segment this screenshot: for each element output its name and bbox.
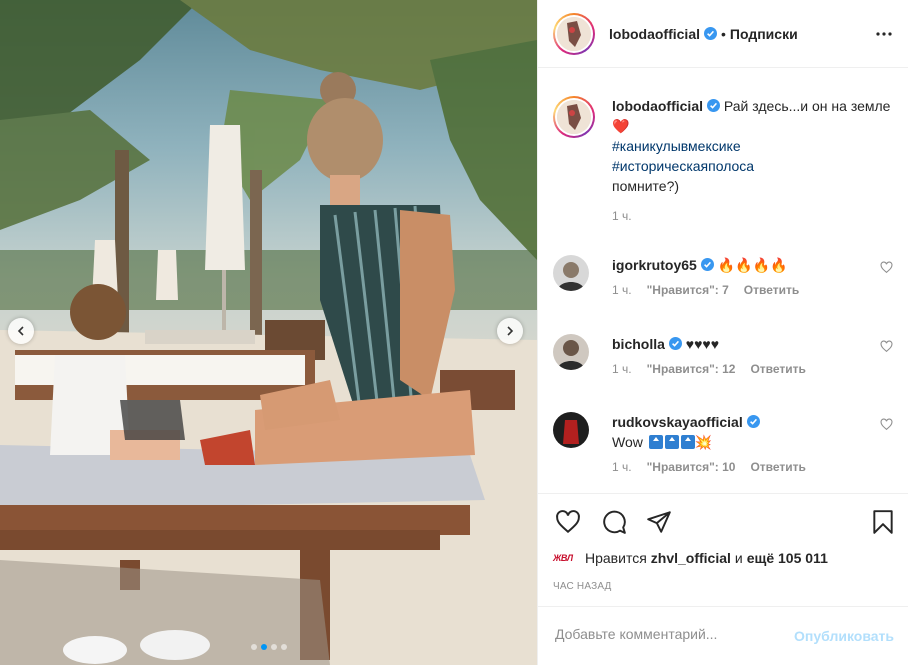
likes-summary: ЖВЛ Нравится zhvl_official и ещё 105 011 — [553, 549, 832, 567]
post-photo[interactable] — [0, 0, 537, 665]
caption-text: Рай здесь...и он на земле — [723, 98, 891, 114]
liker-avatar[interactable]: ЖВЛ — [553, 549, 575, 567]
carousel-prev-button[interactable] — [8, 318, 34, 344]
top-arrow-emoji-icon — [648, 435, 663, 463]
caption-timestamp[interactable]: 1 ч. — [612, 209, 893, 223]
liker-username[interactable]: zhvl_official — [651, 550, 731, 566]
share-paper-plane-icon[interactable] — [646, 509, 672, 535]
publish-button[interactable]: Опубликовать — [794, 628, 894, 644]
commenter-username[interactable]: bicholla — [612, 336, 665, 352]
post-header: lobodaofficial • Подписки — [538, 0, 908, 68]
likes-connector: и — [734, 550, 743, 566]
beach-photo-illustration — [0, 0, 537, 665]
commenter-avatar[interactable] — [553, 334, 589, 370]
verified-badge-icon — [700, 258, 714, 271]
likes-prefix: Нравится — [585, 550, 647, 566]
caption-tail: помните?) — [612, 178, 680, 194]
hashtag-link[interactable]: #историческаяполоса — [612, 156, 893, 176]
comment-input[interactable] — [555, 626, 785, 642]
carousel-next-button[interactable] — [497, 318, 523, 344]
comment-item: igorkrutoy65 🔥🔥🔥🔥 1 ч. "Нравится": 7 Отв… — [553, 255, 893, 297]
carousel-dot — [250, 644, 257, 650]
likes-count-link[interactable]: ещё 105 011 — [747, 550, 828, 566]
reply-button[interactable]: Ответить — [744, 283, 799, 297]
comment-text: Wow — [612, 434, 643, 450]
chevron-right-icon — [507, 326, 514, 336]
comment-likes[interactable]: "Нравится": 10 — [647, 460, 736, 474]
avatar-image — [553, 255, 589, 291]
reply-button[interactable]: Ответить — [750, 362, 805, 376]
header-separator: • — [721, 25, 726, 42]
add-comment-form: Опубликовать — [538, 606, 908, 665]
comment-text: 🔥🔥🔥🔥 — [717, 257, 788, 273]
caption-author-avatar[interactable] — [553, 96, 595, 138]
author-username[interactable]: lobodaofficial — [609, 26, 700, 42]
avatar-image — [557, 100, 591, 134]
avatar-image — [557, 16, 591, 51]
author-avatar[interactable] — [553, 12, 595, 55]
post-caption: lobodaofficial Рай здесь...и он на земле… — [553, 96, 893, 223]
chevron-left-icon — [17, 326, 24, 336]
carousel-dot-active — [260, 644, 267, 650]
comment-item: rudkovskayaofficial Wow 💥 1 ч. "Нравится… — [553, 412, 893, 474]
comment-meta: 1 ч. "Нравится": 7 Ответить — [612, 283, 893, 297]
post-timestamp[interactable]: ЧАС НАЗАД — [553, 581, 612, 592]
comment-text: ♥♥♥♥ — [685, 336, 720, 352]
heart-emoji: ❤️ — [612, 118, 630, 134]
post-actions-bar — [538, 493, 908, 549]
comment-time[interactable]: 1 ч. — [612, 460, 632, 474]
carousel-dot — [280, 644, 287, 650]
more-options-button[interactable] — [874, 24, 894, 44]
hashtag-link[interactable]: #каникулывмексике — [612, 136, 893, 156]
caption-username[interactable]: lobodaofficial — [612, 98, 703, 114]
like-heart-icon[interactable] — [555, 509, 581, 535]
comment-likes[interactable]: "Нравится": 12 — [647, 362, 736, 376]
verified-badge-icon — [746, 415, 760, 428]
heart-outline-icon[interactable] — [880, 261, 893, 274]
comments-section[interactable]: lobodaofficial Рай здесь...и он на земле… — [538, 69, 908, 493]
carousel-indicator — [0, 644, 537, 650]
verified-badge-icon — [704, 27, 717, 40]
comment-meta: 1 ч. "Нравится": 12 Ответить — [612, 362, 893, 376]
verified-badge-icon — [668, 337, 682, 350]
comment-item: bicholla ♥♥♥♥ 1 ч. "Нравится": 12 Ответи… — [553, 334, 893, 376]
verified-badge-icon — [707, 99, 720, 112]
more-dots-icon — [876, 32, 892, 36]
save-bookmark-icon[interactable] — [870, 509, 896, 535]
carousel-dot — [270, 644, 277, 650]
post-sidebar: lobodaofficial • Подписки lobodaofficial… — [537, 0, 908, 665]
comment-likes[interactable]: "Нравится": 7 — [647, 283, 729, 297]
avatar-image — [553, 334, 589, 370]
comment-bubble-icon[interactable] — [601, 509, 627, 535]
top-arrow-emoji-icon — [664, 435, 679, 463]
reply-button[interactable]: Ответить — [750, 460, 805, 474]
top-arrow-emoji-icon — [680, 435, 695, 463]
commenter-avatar[interactable] — [553, 412, 589, 448]
commenter-avatar[interactable] — [553, 255, 589, 291]
heart-outline-icon[interactable] — [880, 418, 893, 431]
comment-time[interactable]: 1 ч. — [612, 362, 632, 376]
commenter-username[interactable]: rudkovskayaofficial — [612, 414, 743, 430]
collision-emoji-icon: 💥 — [694, 434, 713, 450]
heart-outline-icon[interactable] — [880, 340, 893, 353]
comment-time[interactable]: 1 ч. — [612, 283, 632, 297]
commenter-username[interactable]: igorkrutoy65 — [612, 257, 697, 273]
avatar-image — [553, 412, 589, 448]
following-button[interactable]: Подписки — [730, 26, 798, 42]
